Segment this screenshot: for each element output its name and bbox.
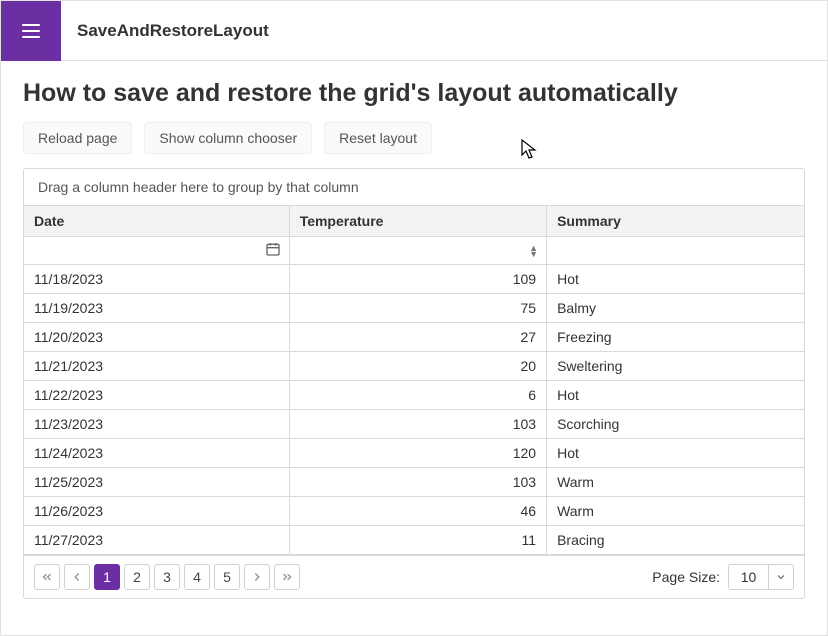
cell-temperature: 109 bbox=[289, 265, 546, 294]
cell-date: 11/26/2023 bbox=[24, 497, 289, 526]
cell-date: 11/22/2023 bbox=[24, 381, 289, 410]
cell-date: 11/27/2023 bbox=[24, 526, 289, 555]
page-size-select[interactable]: 10 bbox=[728, 564, 794, 590]
toolbar: Reload page Show column chooser Reset la… bbox=[23, 122, 805, 154]
cell-date: 11/23/2023 bbox=[24, 410, 289, 439]
cell-date: 11/20/2023 bbox=[24, 323, 289, 352]
app-title: SaveAndRestoreLayout bbox=[61, 21, 269, 41]
cell-summary: Balmy bbox=[547, 294, 804, 323]
pager-prev-button[interactable] bbox=[64, 564, 90, 590]
cell-summary: Warm bbox=[547, 497, 804, 526]
chevron-double-right-icon bbox=[280, 570, 294, 584]
table-row[interactable]: 11/18/2023109Hot bbox=[24, 265, 804, 294]
show-column-chooser-button[interactable]: Show column chooser bbox=[144, 122, 312, 154]
data-grid: Drag a column header here to group by th… bbox=[23, 168, 805, 599]
pager-page-3[interactable]: 3 bbox=[154, 564, 180, 590]
column-header-summary[interactable]: Summary bbox=[547, 206, 804, 237]
page-size-value: 10 bbox=[729, 565, 769, 589]
cell-temperature: 103 bbox=[289, 468, 546, 497]
chevron-down-icon bbox=[775, 571, 787, 583]
cell-temperature: 120 bbox=[289, 439, 546, 468]
table-row[interactable]: 11/24/2023120Hot bbox=[24, 439, 804, 468]
column-header-temperature[interactable]: Temperature bbox=[289, 206, 546, 237]
page-size-label: Page Size: bbox=[652, 569, 720, 585]
table-row[interactable]: 11/21/202320Sweltering bbox=[24, 352, 804, 381]
cell-date: 11/25/2023 bbox=[24, 468, 289, 497]
cell-summary: Freezing bbox=[547, 323, 804, 352]
cell-summary: Bracing bbox=[547, 526, 804, 555]
menu-button[interactable] bbox=[1, 1, 61, 61]
cell-temperature: 75 bbox=[289, 294, 546, 323]
cell-summary: Hot bbox=[547, 381, 804, 410]
pager: 12345 Page Size: 10 bbox=[24, 555, 804, 598]
cell-date: 11/18/2023 bbox=[24, 265, 289, 294]
column-header-date[interactable]: Date bbox=[24, 206, 289, 237]
cell-temperature: 46 bbox=[289, 497, 546, 526]
chevron-down-icon[interactable]: ▼ bbox=[529, 251, 538, 257]
cell-summary: Sweltering bbox=[547, 352, 804, 381]
cell-summary: Scorching bbox=[547, 410, 804, 439]
filter-cell-date[interactable] bbox=[24, 237, 289, 265]
cell-temperature: 103 bbox=[289, 410, 546, 439]
chevron-double-left-icon bbox=[40, 570, 54, 584]
top-bar: SaveAndRestoreLayout bbox=[1, 1, 827, 61]
table-row[interactable]: 11/22/20236Hot bbox=[24, 381, 804, 410]
page-title: How to save and restore the grid's layou… bbox=[23, 79, 805, 108]
table-row[interactable]: 11/25/2023103Warm bbox=[24, 468, 804, 497]
table-row[interactable]: 11/20/202327Freezing bbox=[24, 323, 804, 352]
table-row[interactable]: 11/27/202311Bracing bbox=[24, 526, 804, 555]
pager-last-button[interactable] bbox=[274, 564, 300, 590]
filter-cell-temperature[interactable]: ▲ ▼ bbox=[289, 237, 546, 265]
filter-cell-summary[interactable] bbox=[547, 237, 804, 265]
hamburger-icon bbox=[19, 19, 43, 43]
cell-date: 11/21/2023 bbox=[24, 352, 289, 381]
table-row[interactable]: 11/23/2023103Scorching bbox=[24, 410, 804, 439]
pager-page-2[interactable]: 2 bbox=[124, 564, 150, 590]
spin-buttons[interactable]: ▲ ▼ bbox=[529, 245, 538, 257]
page-size-dropdown-button[interactable] bbox=[769, 565, 793, 589]
cell-summary: Hot bbox=[547, 439, 804, 468]
pager-page-4[interactable]: 4 bbox=[184, 564, 210, 590]
pager-first-button[interactable] bbox=[34, 564, 60, 590]
cell-date: 11/19/2023 bbox=[24, 294, 289, 323]
reset-layout-button[interactable]: Reset layout bbox=[324, 122, 432, 154]
cell-summary: Hot bbox=[547, 265, 804, 294]
cell-date: 11/24/2023 bbox=[24, 439, 289, 468]
cell-temperature: 6 bbox=[289, 381, 546, 410]
calendar-icon[interactable] bbox=[265, 241, 281, 260]
page-buttons: 12345 bbox=[34, 564, 300, 590]
chevron-right-icon bbox=[250, 570, 264, 584]
cell-temperature: 11 bbox=[289, 526, 546, 555]
chevron-left-icon bbox=[70, 570, 84, 584]
group-panel[interactable]: Drag a column header here to group by th… bbox=[24, 169, 804, 206]
page-size: Page Size: 10 bbox=[652, 564, 794, 590]
cell-summary: Warm bbox=[547, 468, 804, 497]
pager-page-1[interactable]: 1 bbox=[94, 564, 120, 590]
table-row[interactable]: 11/26/202346Warm bbox=[24, 497, 804, 526]
cell-temperature: 20 bbox=[289, 352, 546, 381]
pager-next-button[interactable] bbox=[244, 564, 270, 590]
reload-page-button[interactable]: Reload page bbox=[23, 122, 132, 154]
table-row[interactable]: 11/19/202375Balmy bbox=[24, 294, 804, 323]
cell-temperature: 27 bbox=[289, 323, 546, 352]
pager-page-5[interactable]: 5 bbox=[214, 564, 240, 590]
